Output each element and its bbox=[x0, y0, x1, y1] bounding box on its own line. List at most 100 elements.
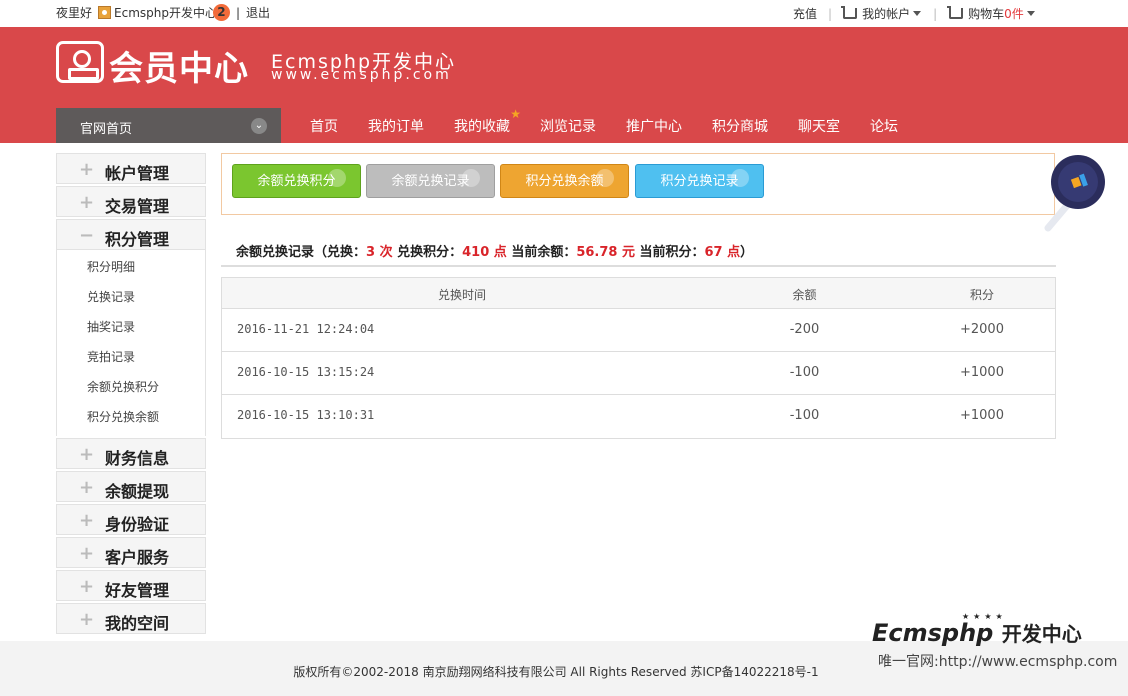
summary-current-points: 67 点 bbox=[704, 245, 741, 260]
plus-icon: + bbox=[79, 192, 95, 213]
sidebar-group-identity[interactable]: + 身份验证 bbox=[56, 504, 206, 535]
sidebar-group-space[interactable]: + 我的空间 bbox=[56, 603, 206, 634]
summary-suffix: ） bbox=[740, 245, 754, 260]
nav-item-forum[interactable]: 论坛 bbox=[870, 116, 898, 136]
sidebar-item-lottery-records[interactable]: 抽奖记录 bbox=[57, 312, 205, 342]
sidebar-group-service[interactable]: + 客户服务 bbox=[56, 537, 206, 568]
plus-icon: + bbox=[79, 543, 95, 564]
balance-exchange-records-button[interactable]: 余额兑换记录 bbox=[366, 164, 495, 198]
user-greeting-area: 夜里好 Ecmsphp开发中心 2 | 退出 bbox=[56, 4, 270, 21]
my-account-menu[interactable]: 我的帐户 bbox=[841, 5, 922, 22]
sidebar-group-title: 余额提现 bbox=[105, 482, 170, 501]
notification-badge[interactable]: 2 bbox=[212, 4, 230, 21]
sidebar-group-title: 财务信息 bbox=[105, 449, 170, 468]
cell-time: 2016-11-21 12:24:04 bbox=[237, 322, 375, 336]
divider bbox=[221, 265, 1056, 267]
greeting-text: 夜里好 bbox=[56, 6, 93, 20]
divider: | bbox=[933, 6, 938, 21]
nav-item-favorites[interactable]: 我的收藏 ★ bbox=[454, 107, 521, 136]
username-link[interactable]: Ecmsphp开发中心 bbox=[114, 4, 217, 21]
sidebar-item-points-detail[interactable]: 积分明细 bbox=[57, 252, 205, 282]
cell-time: 2016-10-15 13:10:31 bbox=[237, 408, 375, 422]
plus-icon: + bbox=[79, 510, 95, 531]
column-header-time: 兑换时间 bbox=[437, 288, 486, 302]
cell-balance: -200 bbox=[789, 322, 820, 337]
summary-current-points-label: 当前积分： bbox=[634, 245, 705, 260]
watermark-logo-cn: 开发中心 bbox=[1001, 622, 1082, 646]
nav-item-history[interactable]: 浏览记录 bbox=[540, 116, 596, 136]
cell-balance: -100 bbox=[789, 365, 820, 380]
cart-menu[interactable]: 购物车 0件 bbox=[947, 5, 1035, 22]
chevron-down-icon bbox=[913, 11, 922, 16]
nav-item-promotion[interactable]: 推广中心 bbox=[626, 116, 682, 136]
sidebar-points-submenu: 积分明细 兑换记录 抽奖记录 竞拍记录 余额兑换积分 积分兑换余额 bbox=[56, 250, 206, 436]
top-right-links: 充值 | 我的帐户 | 购物车 0件 bbox=[793, 5, 1035, 22]
home-dropdown-label: 官网首页 bbox=[80, 122, 133, 137]
minus-icon: − bbox=[79, 225, 95, 246]
sidebar-group-withdraw[interactable]: + 余额提现 bbox=[56, 471, 206, 502]
sidebar: + 帐户管理 + 交易管理 − 积分管理 积分明细 兑换记录 抽奖记录 竞拍记录… bbox=[56, 153, 206, 636]
column-header-points: 积分 bbox=[969, 288, 994, 302]
sidebar-group-account[interactable]: + 帐户管理 bbox=[56, 153, 206, 184]
cart-count: 0件 bbox=[1004, 7, 1024, 21]
sidebar-group-title: 我的空间 bbox=[105, 614, 170, 633]
magnifier-decoration-icon bbox=[1044, 155, 1105, 232]
exchange-summary: 余额兑换记录（兑换：3 次 兑换积分：410 点 当前余额：56.78 元 当前… bbox=[236, 241, 753, 260]
summary-prefix: 余额兑换记录（兑换： bbox=[236, 245, 367, 260]
plus-icon: + bbox=[79, 609, 95, 630]
site-header: 会员中心 Ecmsphp开发中心 www.ecmsphp.com 官网首页 ⌄ … bbox=[0, 27, 1128, 143]
nav-item-favorites-label: 我的收藏 bbox=[454, 119, 510, 135]
nav-item-home[interactable]: 首页 bbox=[310, 116, 338, 136]
balance-to-points-button[interactable]: 余额兑换积分 bbox=[232, 164, 361, 198]
home-dropdown[interactable]: 官网首页 ⌄ bbox=[56, 108, 281, 143]
cell-balance: -100 bbox=[789, 408, 820, 423]
table-row: 2016-10-15 13:10:31 -100 +1000 bbox=[222, 395, 1055, 438]
logout-link[interactable]: 退出 bbox=[246, 4, 270, 21]
chevron-down-icon bbox=[1026, 11, 1035, 16]
cell-points: +1000 bbox=[960, 365, 1004, 380]
summary-balance-label: 当前余额： bbox=[506, 245, 577, 260]
member-logo-icon bbox=[56, 41, 104, 83]
divider: | bbox=[235, 5, 241, 20]
member-center-logo-text: 会员中心 bbox=[109, 49, 249, 89]
recharge-link[interactable]: 充值 bbox=[793, 5, 817, 22]
points-exchange-records-button[interactable]: 积分兑换记录 bbox=[635, 164, 764, 198]
watermark-logo-text: Ecmsphp bbox=[872, 619, 994, 647]
sidebar-group-friends[interactable]: + 好友管理 bbox=[56, 570, 206, 601]
my-account-label: 我的帐户 bbox=[862, 7, 911, 21]
watermark-url: 唯一官网:http://www.ecmsphp.com bbox=[878, 654, 1118, 670]
nav-item-orders[interactable]: 我的订单 bbox=[368, 116, 424, 136]
nav-item-points-mall[interactable]: 积分商城 bbox=[712, 116, 768, 136]
sidebar-group-title: 帐户管理 bbox=[105, 164, 170, 183]
nav-item-chatroom[interactable]: 聊天室 bbox=[798, 116, 840, 136]
table-row: 2016-11-21 12:24:04 -200 +2000 bbox=[222, 309, 1055, 352]
sidebar-item-points-to-balance[interactable]: 积分兑换余额 bbox=[57, 402, 205, 432]
table-row: 2016-10-15 13:15:24 -100 +1000 bbox=[222, 352, 1055, 395]
sidebar-item-balance-to-points[interactable]: 余额兑换积分 bbox=[57, 372, 205, 402]
sidebar-group-title: 身份验证 bbox=[105, 515, 170, 534]
account-icon bbox=[841, 6, 858, 19]
summary-points-label: 兑换积分： bbox=[392, 245, 463, 260]
sidebar-group-points[interactable]: − 积分管理 bbox=[56, 219, 206, 250]
exchange-button-panel: 余额兑换积分 余额兑换记录 积分兑换余额 积分兑换记录 bbox=[221, 153, 1055, 215]
watermark-logo: Ecmsphp 开发中心 bbox=[872, 618, 1082, 647]
brand-url: www.ecmsphp.com bbox=[271, 67, 452, 83]
sidebar-group-title: 客户服务 bbox=[105, 548, 170, 567]
points-to-balance-button[interactable]: 积分兑换余额 bbox=[500, 164, 629, 198]
summary-balance: 56.78 元 bbox=[576, 245, 635, 260]
cell-points: +2000 bbox=[960, 322, 1004, 337]
sidebar-item-exchange-records[interactable]: 兑换记录 bbox=[57, 282, 205, 312]
cell-time: 2016-10-15 13:15:24 bbox=[237, 365, 375, 379]
cart-icon bbox=[947, 6, 964, 19]
sidebar-group-title: 积分管理 bbox=[105, 230, 170, 249]
cell-points: +1000 bbox=[960, 408, 1004, 423]
sidebar-item-auction-records[interactable]: 竞拍记录 bbox=[57, 342, 205, 372]
plus-icon: + bbox=[79, 444, 95, 465]
main-nav: 首页 我的订单 我的收藏 ★ 浏览记录 推广中心 积分商城 聊天室 论坛 bbox=[310, 107, 928, 136]
sidebar-group-trade[interactable]: + 交易管理 bbox=[56, 186, 206, 217]
divider: | bbox=[828, 6, 833, 21]
sidebar-group-finance[interactable]: + 财务信息 bbox=[56, 438, 206, 469]
sidebar-group-title: 交易管理 bbox=[105, 197, 170, 216]
column-header-balance: 余额 bbox=[792, 288, 817, 302]
star-icon: ★ bbox=[510, 107, 521, 121]
